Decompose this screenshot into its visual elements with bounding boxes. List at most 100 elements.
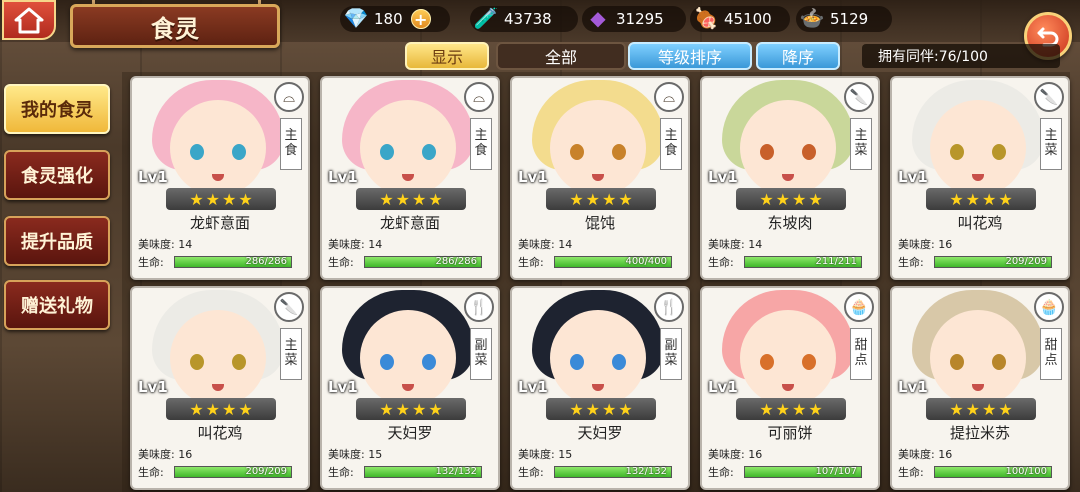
fork-icon: 🍴 — [464, 292, 494, 322]
taste-label: 美味度: — [708, 448, 745, 461]
portrait-eye — [950, 144, 964, 160]
category-tag: 主 菜 — [1040, 118, 1062, 170]
taste-value: 16 — [938, 448, 953, 461]
hp-value: 286/286 — [435, 256, 477, 267]
cleaver-icon: 🔪 — [274, 292, 304, 322]
portrait-eye — [380, 354, 394, 370]
category-char: 甜 — [1044, 338, 1058, 354]
star-icon: ★ — [982, 399, 997, 419]
descending-order-button[interactable]: 降序 — [756, 42, 840, 70]
sidebar-item-give-gift[interactable]: 赠送礼物 — [4, 280, 110, 330]
portrait-eye — [612, 144, 626, 160]
hp-value: 286/286 — [245, 256, 287, 267]
level-label: Lv1 — [708, 378, 738, 396]
portrait-face — [740, 100, 836, 196]
all-filter-dropdown[interactable]: 全部 — [496, 42, 626, 70]
star-icon: ★ — [982, 189, 997, 209]
taste-value: 14 — [748, 238, 763, 251]
star-icon: ★ — [792, 399, 807, 419]
taste-stat: 美味度: 14 — [138, 236, 192, 252]
resource-potion: 🧪 43738 — [470, 6, 578, 32]
star-icon: ★ — [775, 399, 790, 419]
category-tag: 主 菜 — [280, 328, 302, 380]
show-filter-button[interactable]: 显示 — [405, 42, 489, 70]
star-icon: ★ — [189, 399, 204, 419]
hp-value: 400/400 — [625, 256, 667, 267]
spirit-card[interactable]: ⌓ 主 食 Lv1 ★ ★ ★ ★ 龙虾意面 美味度: 14 生命: 286/286 — [130, 76, 310, 280]
portrait-face — [170, 100, 266, 196]
category-char: 食 — [664, 143, 678, 158]
sidebar-item-my-spirits[interactable]: 我的食灵 — [4, 84, 110, 134]
taste-stat: 美味度: 16 — [138, 446, 192, 462]
resource-value: 31295 — [616, 10, 664, 28]
star-rating: ★ ★ ★ ★ — [356, 188, 466, 210]
spirit-card[interactable]: 🍴 副 菜 Lv1 ★ ★ ★ ★ 天妇罗 美味度: 15 生命: 132/132 — [320, 286, 500, 490]
level-label: Lv1 — [138, 168, 168, 186]
level-label: Lv1 — [328, 378, 358, 396]
taste-value: 14 — [558, 238, 573, 251]
category-char: 主 — [854, 128, 868, 144]
star-icon: ★ — [569, 399, 584, 419]
level-sort-button[interactable]: 等级排序 — [628, 42, 752, 70]
spirit-card[interactable]: ⌓ 主 食 Lv1 ★ ★ ★ ★ 龙虾意面 美味度: 14 生命: 286/286 — [320, 76, 500, 280]
category-tag: 甜 点 — [1040, 328, 1062, 380]
taste-label: 美味度: — [138, 448, 175, 461]
sidebar-item-enhance[interactable]: 食灵强化 — [4, 150, 110, 200]
star-icon: ★ — [205, 399, 220, 419]
portrait-eye — [190, 354, 204, 370]
portrait-eye — [232, 354, 246, 370]
star-icon: ★ — [792, 189, 807, 209]
sidebar-item-upgrade-quality[interactable]: 提升品质 — [4, 216, 110, 266]
hp-value: 132/132 — [435, 466, 477, 477]
hp-bar: 132/132 — [364, 466, 482, 478]
star-rating: ★ ★ ★ ★ — [356, 398, 466, 420]
resource-value: 180 — [374, 10, 403, 28]
life-label: 生命: — [518, 256, 544, 269]
star-icon: ★ — [569, 189, 584, 209]
star-icon: ★ — [949, 189, 964, 209]
cooking-pot-icon: 🍲 — [799, 6, 825, 30]
spirit-card[interactable]: ⌓ 主 食 Lv1 ★ ★ ★ ★ 馄饨 美味度: 14 生命: 400/400 — [510, 76, 690, 280]
spirit-card[interactable]: 🔪 主 菜 Lv1 ★ ★ ★ ★ 叫花鸡 美味度: 16 生命: 209/209 — [130, 286, 310, 490]
hp-bar: 400/400 — [554, 256, 672, 268]
spirit-card[interactable]: 🔪 主 菜 Lv1 ★ ★ ★ ★ 东坡肉 美味度: 14 生命: 211/211 — [700, 76, 880, 280]
add-diamond-button[interactable]: + — [410, 9, 431, 29]
portrait-face — [170, 310, 266, 406]
spirit-card[interactable]: 🧁 甜 点 Lv1 ★ ★ ★ ★ 可丽饼 美味度: 16 生命: 107/107 — [700, 286, 880, 490]
home-icon — [14, 7, 44, 34]
life-label: 生命: — [138, 466, 164, 479]
spirit-card[interactable]: 🍴 副 菜 Lv1 ★ ★ ★ ★ 天妇罗 美味度: 15 生命: 132/132 — [510, 286, 690, 490]
cleaver-icon: 🔪 — [844, 82, 874, 112]
spirit-name: 龙虾意面 — [379, 214, 440, 232]
fork-icon: 🍴 — [654, 292, 684, 322]
star-icon: ★ — [585, 189, 600, 209]
spirit-card[interactable]: 🔪 主 菜 Lv1 ★ ★ ★ ★ 叫花鸡 美味度: 16 生命: 209/209 — [890, 76, 1070, 280]
category-tag: 主 食 — [280, 118, 302, 170]
portrait-eye — [422, 144, 436, 160]
hp-value: 107/107 — [815, 466, 857, 477]
spirit-card[interactable]: 🧁 甜 点 Lv1 ★ ★ ★ ★ 提拉米苏 美味度: 16 生命: 100/100 — [890, 286, 1070, 490]
category-char: 食 — [474, 143, 488, 158]
spirit-name: 龙虾意面 — [189, 214, 250, 232]
bowl-icon: ⌓ — [654, 82, 684, 112]
star-icon: ★ — [585, 399, 600, 419]
hp-bar: 132/132 — [554, 466, 672, 478]
resource-value: 43738 — [504, 10, 552, 28]
star-icon: ★ — [808, 189, 823, 209]
portrait-face — [740, 310, 836, 406]
category-char: 菜 — [474, 353, 488, 368]
hp-bar: 100/100 — [934, 466, 1052, 478]
star-rating: ★ ★ ★ ★ — [736, 188, 846, 210]
portrait-eye — [570, 144, 584, 160]
resource-gem: ◆ 31295 — [582, 6, 686, 32]
life-label: 生命: — [328, 466, 354, 479]
resource-pot: 🍲 5129 — [796, 6, 892, 32]
meat-icon: 🍖 — [693, 6, 719, 30]
taste-value: 16 — [938, 238, 953, 251]
category-char: 菜 — [1044, 143, 1058, 158]
home-button[interactable] — [2, 0, 56, 40]
hp-value: 209/209 — [245, 466, 287, 477]
bowl-icon: ⌓ — [464, 82, 494, 112]
purple-gem-icon: ◆ — [590, 6, 606, 30]
star-icon: ★ — [395, 189, 410, 209]
